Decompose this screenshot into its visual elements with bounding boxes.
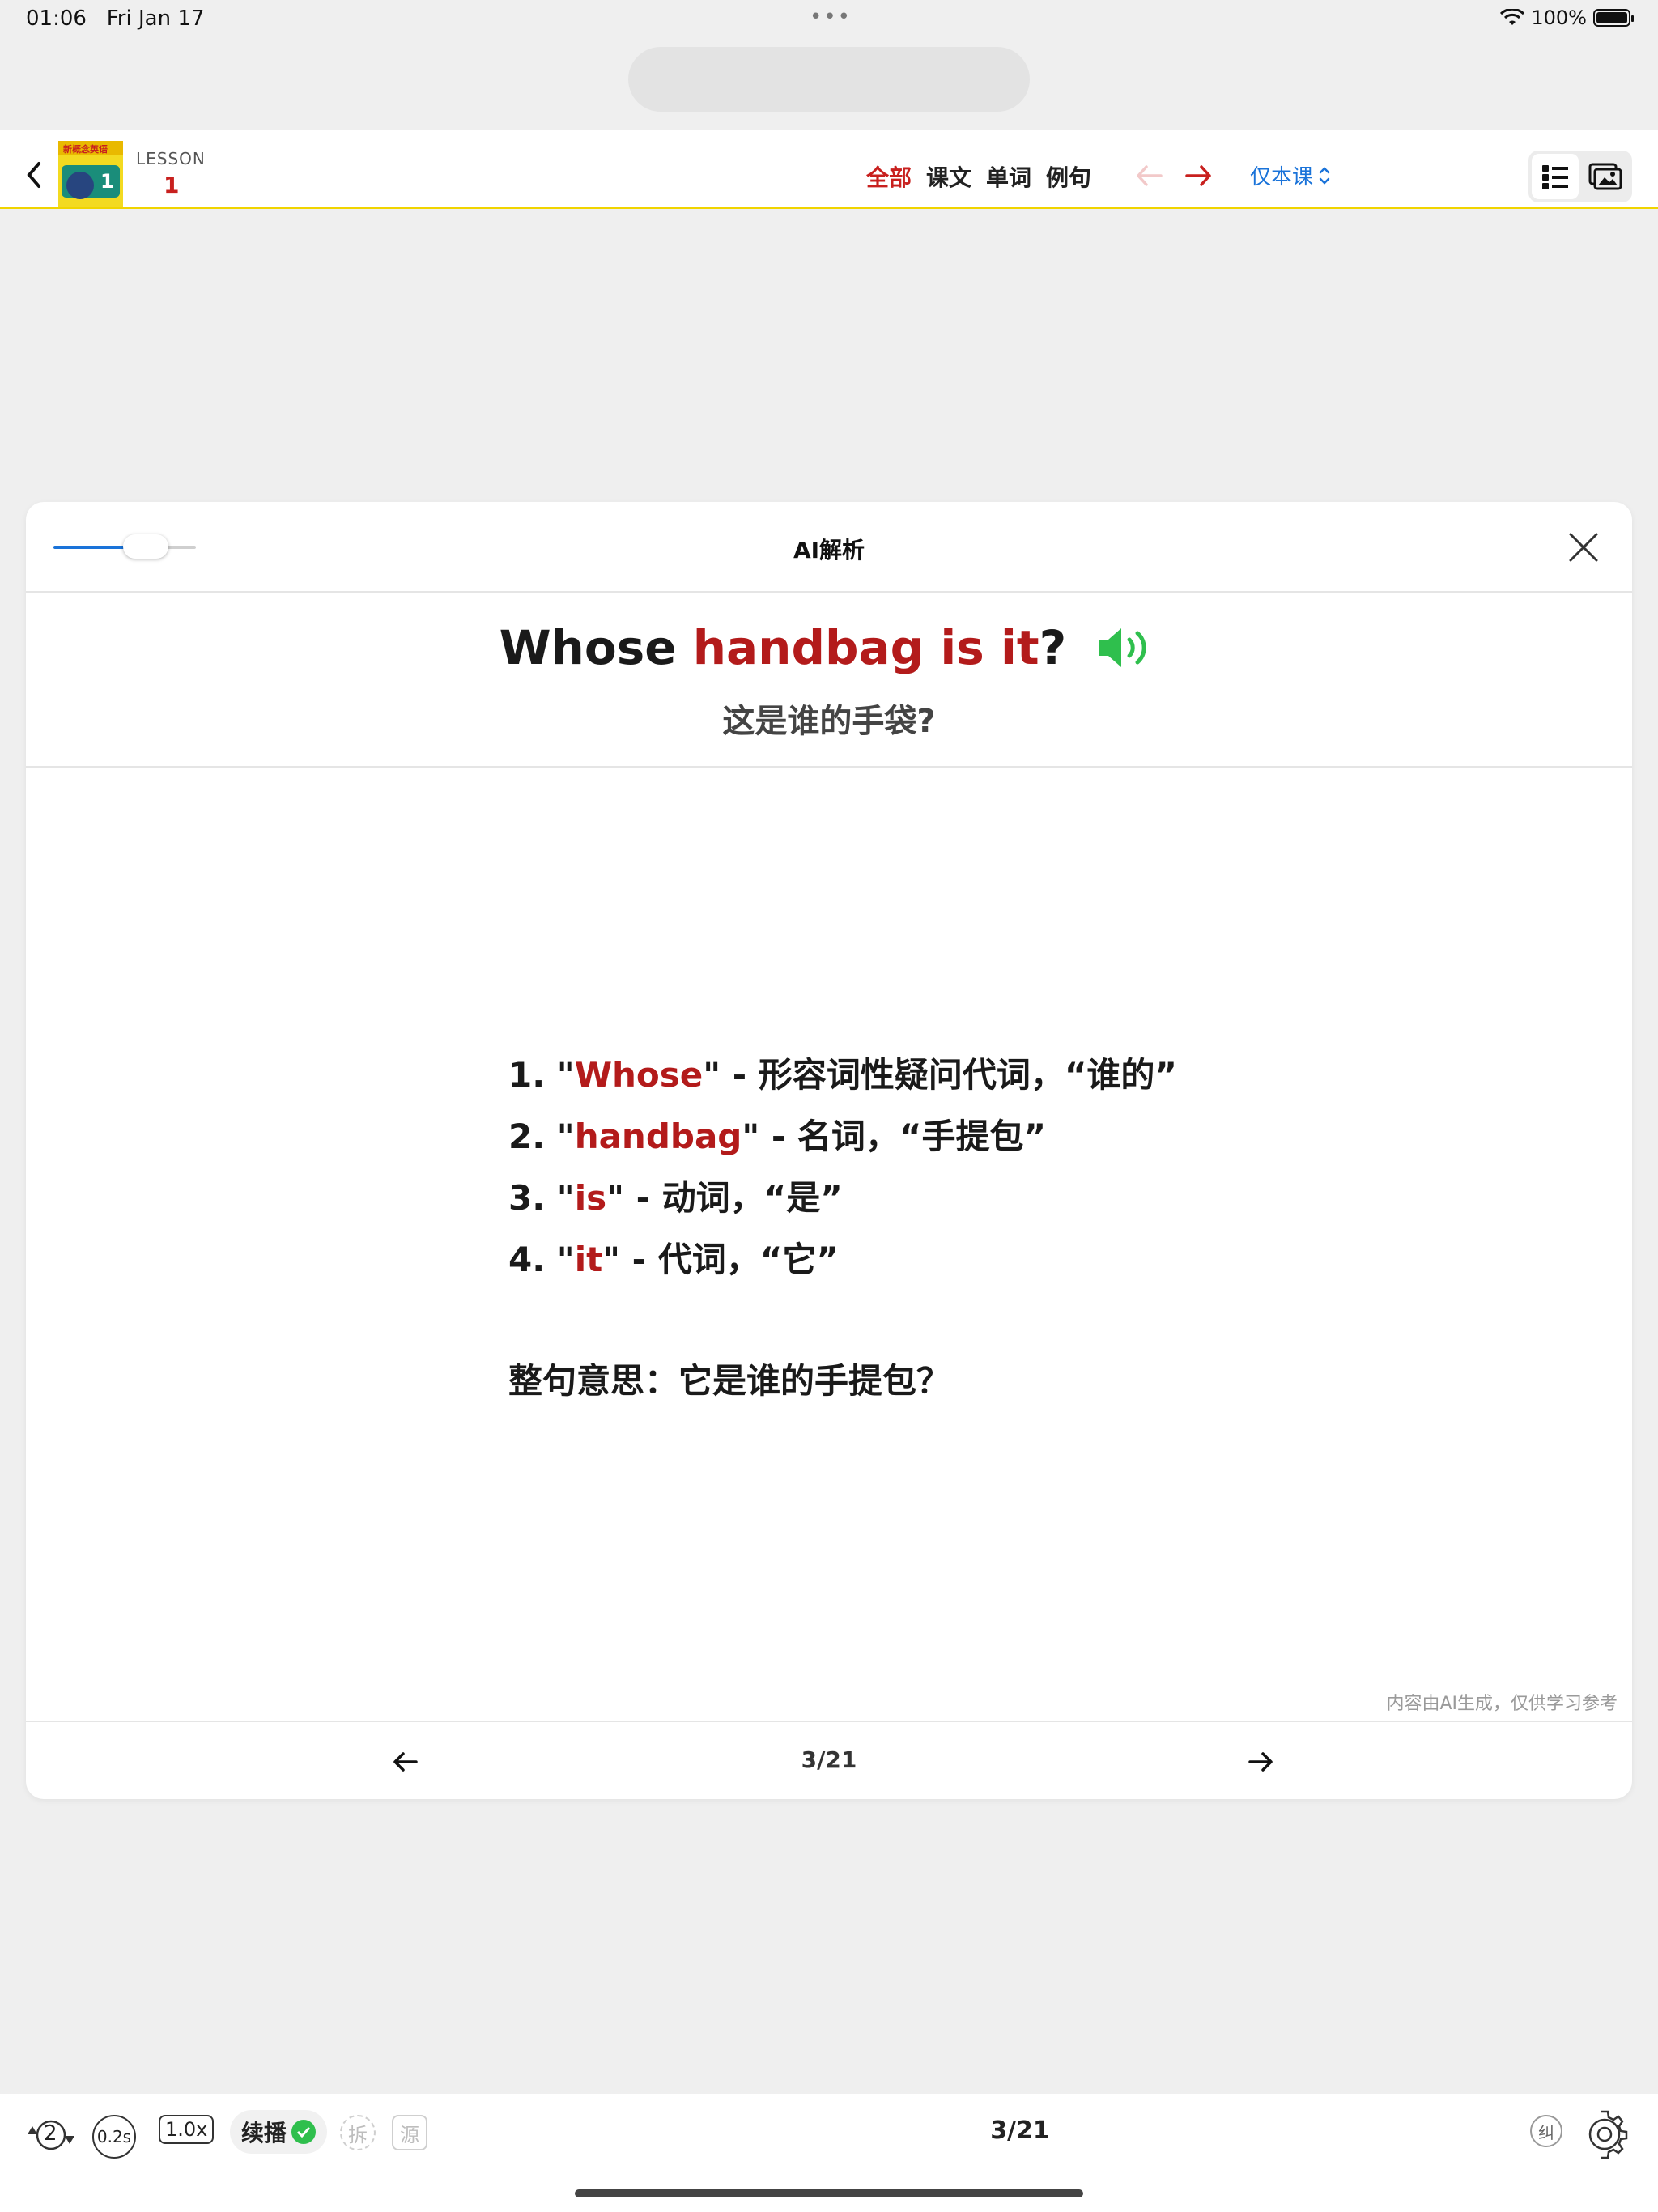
sentence-area: Whose handbag is it? 这是谁的手袋?	[26, 591, 1632, 768]
ai-disclaimer: 内容由AI生成，仅供学习参考	[1386, 1694, 1618, 1714]
prev-arrow-icon[interactable]	[1133, 162, 1166, 189]
filter-tabs: 全部 课文 单词 例句	[866, 160, 1091, 193]
analysis-summary: 整句意思：它是谁的手提包？	[508, 1361, 951, 1401]
scope-select[interactable]: 仅本课	[1250, 160, 1331, 190]
card-page-indicator: 3/21	[801, 1746, 857, 1773]
tab-words[interactable]: 单词	[986, 160, 1031, 193]
battery-percent: 100%	[1531, 6, 1587, 29]
close-icon[interactable]	[1567, 531, 1600, 564]
top-search-pill[interactable]	[628, 47, 1030, 112]
home-indicator	[575, 2189, 1083, 2197]
sentence-chinese: 这是谁的手袋?	[722, 703, 936, 740]
card-title: AI解析	[793, 537, 865, 564]
tab-examples[interactable]: 例句	[1046, 160, 1091, 193]
bottom-page-indicator: 3/21	[990, 2116, 1050, 2145]
multitask-dots[interactable]: •••	[810, 5, 852, 29]
analysis-item: 3. "is" - 动词，“是”	[508, 1178, 843, 1218]
list-view-button[interactable]	[1532, 154, 1579, 199]
tab-all[interactable]: 全部	[866, 160, 912, 193]
speaker-icon[interactable]	[1094, 625, 1158, 670]
sentence-english: Whose handbag is it?	[26, 620, 1632, 675]
back-chevron-icon[interactable]	[23, 159, 47, 191]
analysis-list: 1. "Whose" - 形容词性疑问代词，“谁的” 2. "handbag" …	[508, 1044, 1177, 1412]
chevron-updown-icon	[1319, 166, 1330, 185]
lesson-number: 1	[164, 172, 180, 198]
status-time: 01:06 Fri Jan 17	[26, 6, 205, 31]
analysis-item: 1. "Whose" - 形容词性疑问代词，“谁的”	[508, 1055, 1178, 1095]
settings-button[interactable]	[1580, 2110, 1629, 2159]
next-arrow-icon[interactable]	[1182, 162, 1214, 189]
book-cover[interactable]: 新概念英语 1	[58, 141, 123, 207]
analysis-item: 4. "it" - 代词，“它”	[508, 1240, 839, 1279]
nav-bar	[0, 130, 1658, 209]
card-footer: 3/21	[26, 1721, 1632, 1801]
list-icon	[1542, 165, 1568, 189]
status-right: 100%	[1500, 6, 1634, 29]
ai-analysis-card: AI解析 Whose handbag is it? 这是谁的手袋? 1. "Wh…	[26, 502, 1632, 1799]
analysis-item: 2. "handbag" - 名词，“手提包”	[508, 1117, 1047, 1156]
card-next-arrow-icon[interactable]	[1247, 1750, 1274, 1774]
gallery-view-button[interactable]	[1582, 154, 1629, 199]
wifi-icon	[1500, 9, 1525, 25]
tab-text[interactable]: 课文	[926, 160, 971, 193]
view-toggle	[1528, 151, 1632, 202]
gear-icon	[1588, 2110, 1628, 2159]
correct-button[interactable]: 纠	[1530, 2115, 1562, 2147]
battery-icon	[1593, 9, 1634, 27]
lesson-label: LESSON	[136, 149, 206, 168]
gallery-icon	[1588, 163, 1622, 190]
